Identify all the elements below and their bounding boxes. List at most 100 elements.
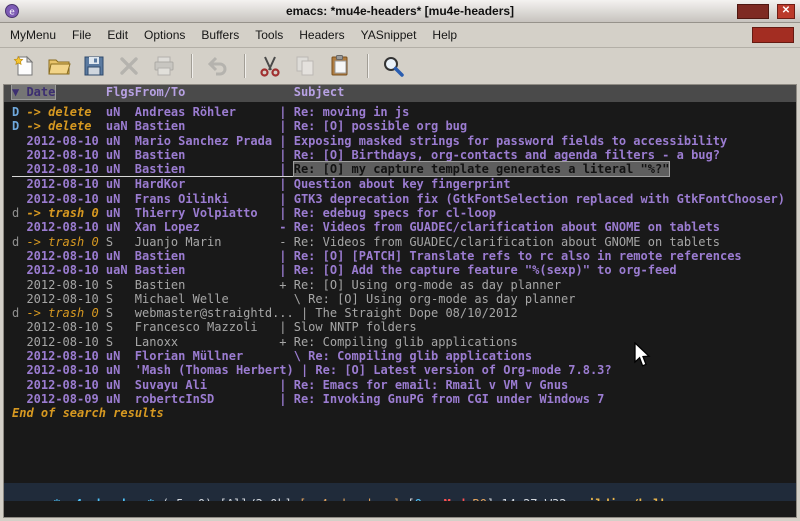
flags-cell: uN	[106, 177, 135, 191]
save-button[interactable]	[80, 51, 110, 81]
date-cell: -> trash 0	[26, 235, 105, 249]
message-list: D-> deleteuNAndreas Röhler| Re: moving i…	[4, 102, 796, 483]
date-cell: 2012-08-10	[26, 335, 105, 349]
from-cell: Xan Lopez	[135, 220, 279, 234]
message-row[interactable]: 2012-08-10uNBastien| Re: [O] Birthdays, …	[12, 148, 796, 162]
from-cell: Juanjo Marin	[135, 235, 279, 249]
menu-help[interactable]: Help	[424, 25, 465, 45]
subject-cell: \ Re: [O] Using org-mode as day planner	[279, 292, 575, 306]
menu-tools[interactable]: Tools	[247, 25, 291, 45]
from-cell: Frans Oilinki	[135, 192, 279, 206]
cut-icon	[258, 54, 284, 78]
message-row[interactable]: d-> trash 0Swebmaster@straightd... | The…	[12, 306, 796, 320]
flags-cell: uN	[106, 206, 135, 220]
mark-prefix	[12, 192, 26, 206]
message-row[interactable]: 2012-08-10uNHardKor| Question about key …	[12, 177, 796, 191]
date-cell: 2012-08-10	[26, 278, 105, 292]
flags-cell: uN	[106, 378, 135, 392]
message-row[interactable]: D-> deleteuaNBastien| Re: [O] possible o…	[12, 119, 796, 133]
date-cell: 2012-08-10	[26, 162, 105, 176]
emacs-frame: ▼ Date Flgs From/To Subject D-> deleteuN…	[3, 84, 797, 518]
print-button[interactable]	[150, 51, 180, 81]
date-cell: 2012-08-10	[26, 349, 105, 363]
menu-yasnippet[interactable]: YASnippet	[353, 25, 425, 45]
from-cell: Mario Sanchez Prada	[135, 134, 279, 148]
menu-edit[interactable]: Edit	[99, 25, 136, 45]
close-button[interactable]	[115, 51, 145, 81]
flags-cell: uN	[106, 148, 135, 162]
menu-options[interactable]: Options	[136, 25, 193, 45]
mark-prefix	[12, 292, 26, 306]
mark-prefix: d	[12, 235, 26, 249]
menu-headers[interactable]: Headers	[291, 25, 352, 45]
menu-items: MyMenuFileEditOptionsBuffersToolsHeaders…	[2, 25, 465, 45]
menu-buffers[interactable]: Buffers	[193, 25, 247, 45]
flags-cell: uN	[106, 392, 135, 406]
message-row[interactable]: 2012-08-10uNBastien| Re: [O] [PATCH] Tra…	[12, 249, 796, 263]
new-file-button[interactable]	[10, 51, 40, 81]
message-row[interactable]: 2012-08-10uNBastien| Re: [O] my capture …	[12, 162, 669, 177]
message-row[interactable]: 2012-08-10SBastien+ Re: [O] Using org-mo…	[12, 278, 796, 292]
message-row[interactable]: 2012-08-10uNMario Sanchez Prada| Exposin…	[12, 134, 796, 148]
from-cell: Lanoxx	[135, 335, 279, 349]
column-from-to[interactable]: From/To	[135, 85, 279, 102]
message-row[interactable]: 2012-08-10uNSuvayu Ali| Re: Emacs for em…	[12, 378, 796, 392]
from-cell: Florian Müllner	[135, 349, 279, 363]
date-cell: -> trash 0	[26, 306, 105, 320]
menu-file[interactable]: File	[64, 25, 99, 45]
paste-button[interactable]	[326, 51, 356, 81]
subject-cell: \ Re: Compiling glib applications	[279, 349, 532, 363]
mark-prefix: d	[12, 206, 26, 220]
copy-button[interactable]	[291, 51, 321, 81]
mark-prefix	[12, 220, 26, 234]
message-row[interactable]: 2012-08-10uNXan Lopez- Re: Videos from G…	[12, 220, 796, 234]
sort-column-date[interactable]: ▼ Date	[12, 85, 55, 99]
svg-text:e: e	[9, 8, 15, 18]
column-subject[interactable]: Subject	[294, 85, 345, 102]
flags-cell: uN	[106, 249, 135, 263]
subject-cell: - Re: Videos from GUADEC/clarification a…	[279, 220, 720, 234]
subject-cell: | Re: moving in js	[279, 105, 409, 119]
flags-cell: uN	[106, 349, 135, 363]
menu-bar-close-button[interactable]	[752, 27, 794, 43]
search-button[interactable]	[379, 51, 409, 81]
message-row[interactable]: 2012-08-10uaNBastien| Re: [O] Add the ca…	[12, 263, 796, 277]
subject-cell: | Re: edebug specs for cl-loop	[279, 206, 496, 220]
message-row[interactable]: D-> deleteuNAndreas Röhler| Re: moving i…	[12, 105, 796, 119]
message-row[interactable]: 2012-08-10SLanoxx+ Re: Compiling glib ap…	[12, 335, 796, 349]
toolbar-separator	[244, 54, 246, 78]
from-cell: Bastien	[135, 249, 279, 263]
mark-prefix	[12, 162, 26, 176]
message-row[interactable]: 2012-08-10SMichael Welle \ Re: [O] Using…	[12, 292, 796, 306]
flags-cell: uN	[106, 162, 135, 176]
from-cell: robertcInSD	[135, 392, 279, 406]
echo-area[interactable]	[4, 501, 796, 517]
subject-cell: | Re: [O] [PATCH] Translate refs to rc a…	[279, 249, 741, 263]
date-cell: 2012-08-10	[26, 320, 105, 334]
mode-line: *mu4e-headers* ( 5, 0) [All/2.0k] [mu4e-…	[4, 483, 796, 501]
message-row[interactable]: 2012-08-09uNrobertcInSD| Re: Invoking Gn…	[12, 392, 796, 406]
message-row[interactable]: d-> trash 0SJuanjo Marin- Re: Videos fro…	[12, 235, 796, 249]
message-row[interactable]: 2012-08-10SFrancesco Mazzoli| Slow NNTP …	[12, 320, 796, 334]
flags-cell: S	[106, 278, 135, 292]
from-cell: Bastien	[135, 162, 279, 176]
mark-prefix	[12, 378, 26, 392]
menu-mymenu[interactable]: MyMenu	[2, 25, 64, 45]
flags-cell: S	[106, 292, 135, 306]
open-button[interactable]	[45, 51, 75, 81]
date-cell: 2012-08-10	[26, 220, 105, 234]
flags-cell: S	[106, 320, 135, 334]
date-cell: 2012-08-10	[26, 292, 105, 306]
message-row[interactable]: 2012-08-10uNFrans Oilinki| GTK3 deprecat…	[12, 192, 796, 206]
message-row[interactable]: 2012-08-10uN'Mash (Thomas Herbert) | Re:…	[12, 363, 796, 377]
undo-button[interactable]	[203, 51, 233, 81]
column-flags[interactable]: Flgs	[106, 85, 135, 102]
message-row[interactable]: 2012-08-10uNFlorian Müllner \ Re: Compil…	[12, 349, 796, 363]
window-shade-button[interactable]	[737, 4, 769, 19]
cut-button[interactable]	[256, 51, 286, 81]
subject-cell: + Re: Compiling glib applications	[279, 335, 517, 349]
window-close-button[interactable]: ✕	[777, 4, 795, 19]
date-cell: 2012-08-10	[26, 192, 105, 206]
from-cell: Bastien	[135, 119, 279, 133]
message-row[interactable]: d-> trash 0uNThierry Volpiatto| Re: edeb…	[12, 206, 796, 220]
